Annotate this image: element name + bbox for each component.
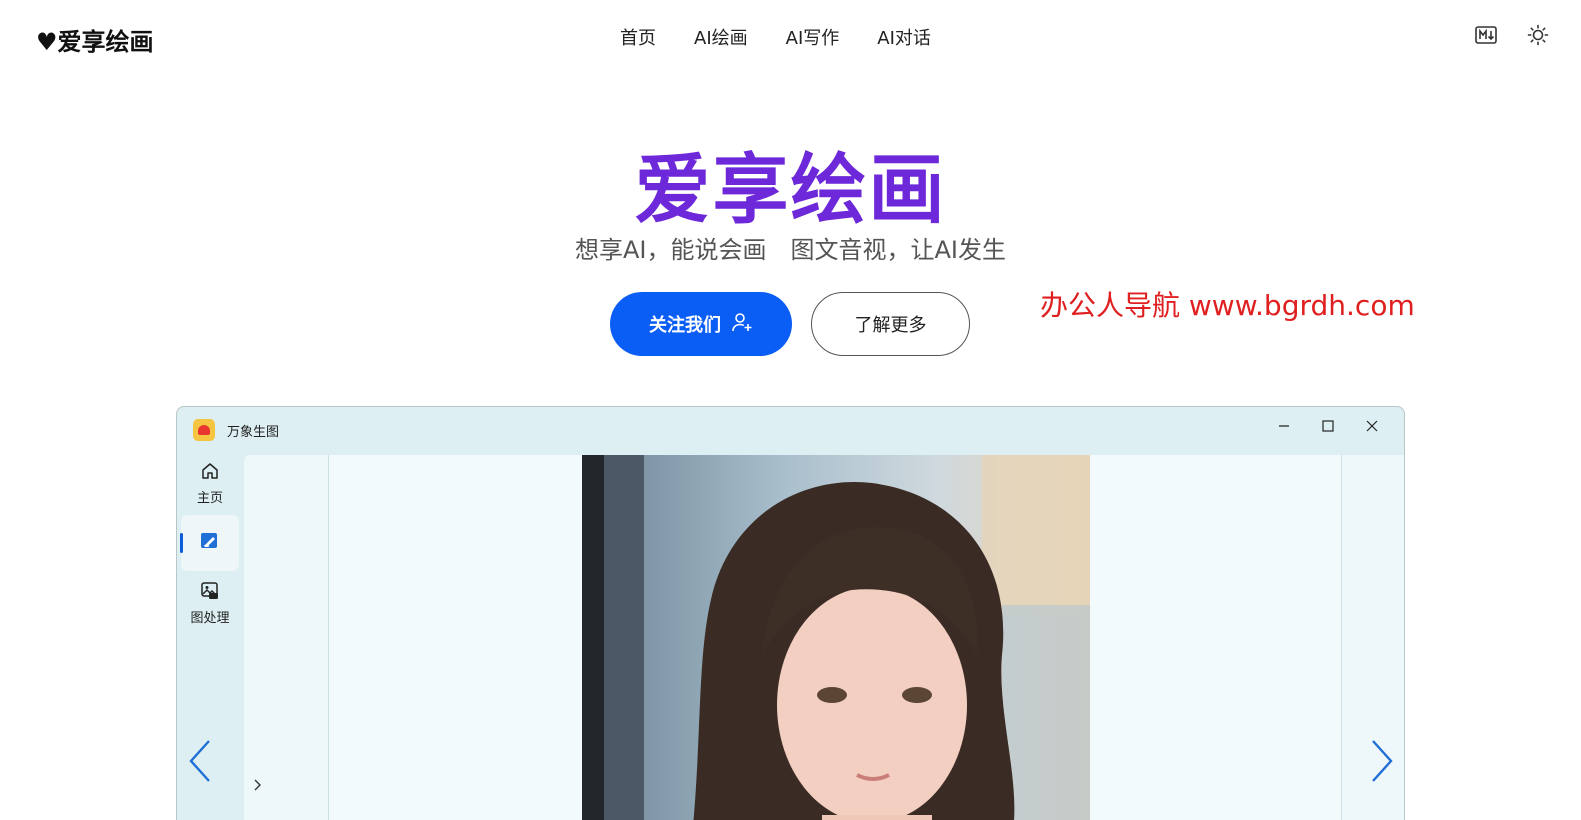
- sidebar-item-label: 主页: [196, 490, 223, 506]
- main-nav: 首页 AI绘画 AI写作 AI对话: [620, 24, 969, 50]
- next-arrow-icon[interactable]: [1369, 737, 1395, 789]
- window-titlebar: 万象生图: [177, 407, 1404, 451]
- app-window: 万象生图 主页 图处理: [176, 406, 1405, 820]
- home-icon: [200, 461, 220, 485]
- maximize-icon[interactable]: [1306, 411, 1350, 441]
- chevron-right-icon[interactable]: [252, 777, 264, 796]
- hero-subtitle: 想享AI，能说会画 图文音视，让AI发生: [575, 236, 1006, 264]
- paint-edit-icon: [199, 530, 221, 556]
- close-icon[interactable]: [1350, 411, 1394, 441]
- learn-more-button[interactable]: 了解更多: [811, 292, 970, 356]
- nav-item-ai-chat[interactable]: AI对话: [877, 24, 931, 50]
- markdown-icon[interactable]: [1473, 22, 1499, 48]
- image-canvas: [328, 455, 1342, 820]
- nav-item-home[interactable]: 首页: [620, 24, 656, 50]
- main-content-area: [244, 455, 1404, 820]
- top-icon-group: [1473, 22, 1551, 48]
- add-user-icon: [731, 311, 753, 338]
- site-logo[interactable]: ♥爱享绘画: [36, 22, 154, 57]
- follow-us-label: 关注我们: [649, 315, 721, 335]
- follow-us-button[interactable]: 关注我们: [610, 292, 792, 356]
- minimize-icon[interactable]: [1262, 411, 1306, 441]
- sidebar-item-label: 图处理: [190, 610, 230, 626]
- generated-portrait-image[interactable]: [582, 455, 1090, 820]
- active-indicator: [180, 533, 183, 553]
- nav-item-ai-painting[interactable]: AI绘画: [694, 24, 748, 50]
- sun-icon[interactable]: [1525, 22, 1551, 48]
- window-controls: [1262, 411, 1394, 441]
- window-title: 万象生图: [227, 425, 280, 440]
- top-navbar: ♥爱享绘画 首页 AI绘画 AI写作 AI对话: [0, 0, 1581, 72]
- hero-title: 爱享绘画: [634, 145, 947, 234]
- previous-arrow-icon[interactable]: [187, 737, 213, 789]
- sidebar-item-home[interactable]: 主页: [181, 455, 239, 511]
- nav-item-ai-writing[interactable]: AI写作: [786, 24, 840, 50]
- image-process-icon: [200, 581, 220, 605]
- sidebar-item-image-process[interactable]: 图处理: [181, 575, 239, 631]
- app-logo-icon: [193, 419, 215, 441]
- watermark-text: 办公人导航 www.bgrdh.com: [1040, 289, 1415, 322]
- sidebar-item-paint[interactable]: [180, 515, 239, 571]
